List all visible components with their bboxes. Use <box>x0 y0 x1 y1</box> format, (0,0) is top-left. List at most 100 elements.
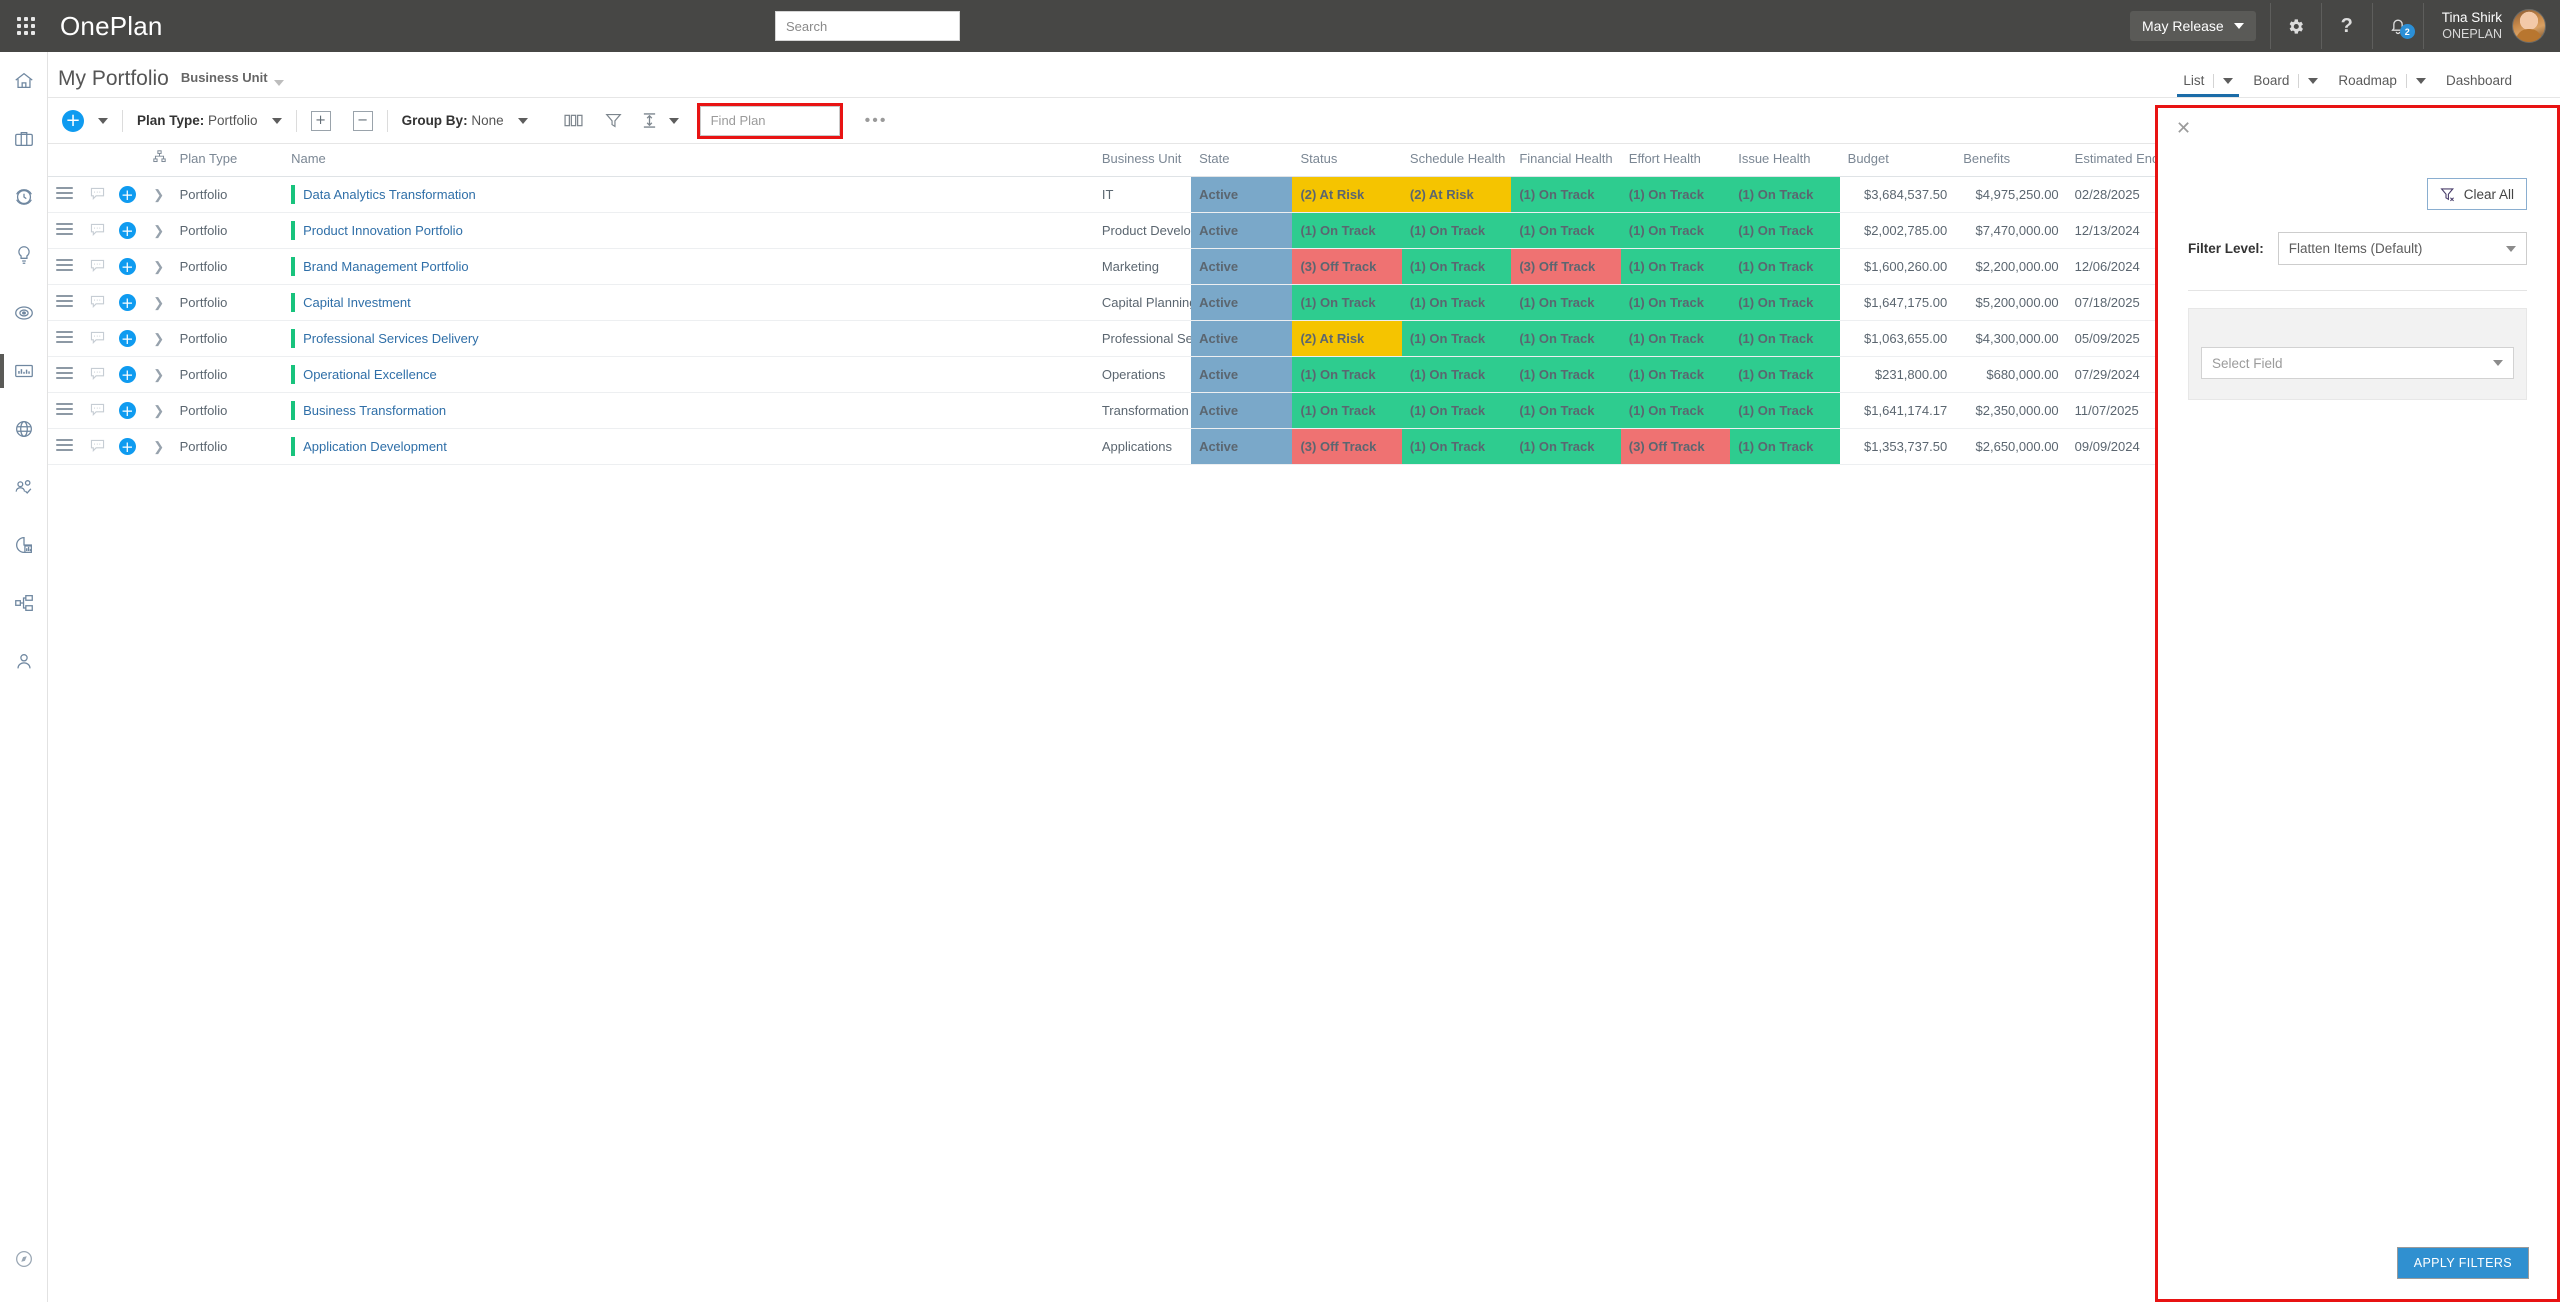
row-expand-chevron[interactable]: ❯ <box>145 320 172 357</box>
plan-type-filter[interactable]: Plan Type: Portfolio <box>137 113 258 128</box>
table-row[interactable]: + ❯ Portfolio Capital Investment Capital Pla… <box>48 284 2158 321</box>
row-notes-icon[interactable] <box>82 392 111 429</box>
plan-name-link[interactable]: Professional Services Delivery <box>303 331 479 346</box>
row-notes-icon[interactable] <box>82 284 111 321</box>
th-state[interactable]: State <box>1191 144 1293 177</box>
row-notes-icon[interactable] <box>82 428 111 465</box>
group-by-control[interactable]: Group By: None <box>402 113 504 128</box>
row-drag-handle[interactable] <box>48 392 83 429</box>
row-add-child-button[interactable]: + <box>110 392 146 429</box>
row-add-child-button[interactable]: + <box>110 176 146 213</box>
th-effort-health[interactable]: Effort Health <box>1620 144 1731 177</box>
table-row[interactable]: + ❯ Portfolio Product Innovation Portfolio P… <box>48 212 2158 249</box>
row-add-child-button[interactable]: + <box>110 428 146 465</box>
sort-chevron-down-icon[interactable] <box>668 117 679 124</box>
chevron-down-icon[interactable] <box>2415 77 2426 84</box>
chevron-down-icon[interactable] <box>273 80 284 86</box>
tab-list[interactable]: List <box>2173 73 2243 97</box>
global-search[interactable] <box>775 11 964 41</box>
cell-name[interactable]: Application Development <box>283 428 1094 465</box>
plan-name-link[interactable]: Operational Excellence <box>303 367 437 382</box>
cell-name[interactable]: Capital Investment <box>283 284 1094 321</box>
row-add-child-button[interactable]: + <box>110 284 146 321</box>
table-row[interactable]: + ❯ Portfolio Business Transformation Transf… <box>48 392 2158 429</box>
close-icon[interactable]: ✕ <box>2176 120 2191 138</box>
row-notes-icon[interactable] <box>82 320 111 357</box>
plan-name-link[interactable]: Data Analytics Transformation <box>303 187 476 202</box>
sidebar-item-resources[interactable] <box>0 458 47 516</box>
sidebar-item-workflows[interactable] <box>0 574 47 632</box>
plan-name-link[interactable]: Capital Investment <box>303 295 411 310</box>
sidebar-item-portfolio[interactable] <box>0 110 47 168</box>
sidebar-item-my-portfolio[interactable] <box>0 342 47 400</box>
row-expand-chevron[interactable]: ❯ <box>145 284 172 321</box>
tab-dashboard[interactable]: Dashboard <box>2436 73 2560 97</box>
select-field-dropdown[interactable]: Select Field <box>2201 347 2514 379</box>
row-notes-icon[interactable] <box>82 356 111 393</box>
th-schedule-health[interactable]: Schedule Health <box>1401 144 1512 177</box>
row-notes-icon[interactable] <box>82 176 111 213</box>
cell-name[interactable]: Product Innovation Portfolio <box>283 212 1094 249</box>
search-input[interactable] <box>784 17 964 35</box>
th-name[interactable]: Name <box>283 144 1094 177</box>
th-budget[interactable]: Budget <box>1839 144 1956 177</box>
sidebar-item-admin[interactable] <box>0 632 47 690</box>
row-drag-handle[interactable] <box>48 320 83 357</box>
row-drag-handle[interactable] <box>48 212 83 249</box>
row-drag-handle[interactable] <box>48 248 83 285</box>
th-hierarchy[interactable] <box>145 144 172 177</box>
clear-all-button[interactable]: Clear All <box>2426 178 2527 210</box>
row-add-child-button[interactable]: + <box>110 356 146 393</box>
row-add-child-button[interactable]: + <box>110 212 146 249</box>
user-menu[interactable]: Tina Shirk ONEPLAN <box>2424 0 2560 52</box>
add-plan-chevron-down-icon[interactable] <box>98 117 108 124</box>
gear-icon[interactable] <box>2271 0 2321 52</box>
row-expand-chevron[interactable]: ❯ <box>145 356 172 393</box>
table-row[interactable]: + ❯ Portfolio Professional Services Deliver… <box>48 320 2158 357</box>
th-business-unit[interactable]: Business Unit <box>1093 144 1192 177</box>
group-by-chevron-down-icon[interactable] <box>517 117 528 124</box>
sort-icon[interactable] <box>642 112 657 129</box>
table-row[interactable]: + ❯ Portfolio Data Analytics Transformation… <box>48 176 2158 213</box>
sidebar-item-home[interactable] <box>0 52 47 110</box>
table-row[interactable]: + ❯ Portfolio Application Development Applic… <box>48 428 2158 465</box>
app-grid-icon[interactable] <box>0 0 52 52</box>
row-drag-handle[interactable] <box>48 428 83 465</box>
plan-name-link[interactable]: Application Development <box>303 439 447 454</box>
th-issue-health[interactable]: Issue Health <box>1730 144 1840 177</box>
plan-name-link[interactable]: Product Innovation Portfolio <box>303 223 463 238</box>
row-add-child-button[interactable]: + <box>110 320 146 357</box>
plan-name-link[interactable]: Business Transformation <box>303 403 446 418</box>
cell-name[interactable]: Operational Excellence <box>283 356 1094 393</box>
plan-name-link[interactable]: Brand Management Portfolio <box>303 259 468 274</box>
release-selector[interactable]: May Release <box>2130 11 2256 41</box>
ellipsis-icon[interactable]: ••• <box>865 112 888 130</box>
th-benefits[interactable]: Benefits <box>1955 144 2067 177</box>
th-plan-type[interactable]: Plan Type <box>171 144 284 177</box>
sidebar-item-ideas[interactable] <box>0 226 47 284</box>
collapse-rows-icon[interactable]: − <box>352 110 373 131</box>
row-expand-chevron[interactable]: ❯ <box>145 428 172 465</box>
bell-icon[interactable]: 2 <box>2373 0 2423 52</box>
row-notes-icon[interactable] <box>82 212 111 249</box>
row-expand-chevron[interactable]: ❯ <box>145 212 172 249</box>
chevron-down-icon[interactable] <box>2223 77 2234 84</box>
row-expand-chevron[interactable]: ❯ <box>145 248 172 285</box>
cell-name[interactable]: Brand Management Portfolio <box>283 248 1094 285</box>
th-status[interactable]: Status <box>1292 144 1402 177</box>
sidebar-item-timesheet[interactable] <box>0 168 47 226</box>
plan-type-chevron-down-icon[interactable] <box>271 117 282 124</box>
table-row[interactable]: + ❯ Portfolio Operational Excellence Operati… <box>48 356 2158 393</box>
funnel-icon[interactable] <box>605 112 622 129</box>
sidebar-item-analytics[interactable] <box>0 516 47 574</box>
cell-name[interactable]: Data Analytics Transformation <box>283 176 1094 213</box>
find-plan-box[interactable] <box>699 105 889 136</box>
row-drag-handle[interactable] <box>48 284 83 321</box>
expand-rows-icon[interactable]: + <box>310 110 331 131</box>
tab-roadmap[interactable]: Roadmap <box>2328 73 2436 97</box>
question-mark-icon[interactable]: ? <box>2322 0 2372 52</box>
chevron-down-icon[interactable] <box>2308 77 2319 84</box>
filter-level-select[interactable]: Flatten Items (Default) <box>2277 232 2527 265</box>
cell-name[interactable]: Business Transformation <box>283 392 1094 429</box>
find-plan-input[interactable] <box>708 112 889 129</box>
